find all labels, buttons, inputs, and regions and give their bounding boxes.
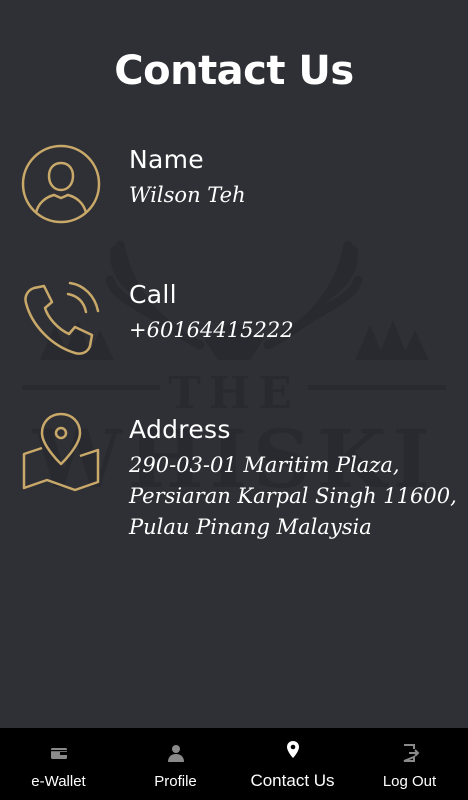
- nav-item-profile[interactable]: Profile: [117, 728, 234, 800]
- nav-label-e-wallet: e-Wallet: [31, 773, 86, 790]
- address-line-2: Persiaran Karpal Singh 11600,: [129, 484, 457, 508]
- contact-name-row: Name Wilson Teh: [0, 140, 468, 230]
- nav-label-profile: Profile: [154, 773, 197, 790]
- bottom-navigation: e-Wallet Profile Contact Us Log Out: [0, 728, 468, 800]
- contact-us-screen: THE WHISKI Contact Us Name Wilson Teh Ca…: [0, 0, 468, 800]
- user-icon: [21, 144, 101, 224]
- nav-item-log-out[interactable]: Log Out: [351, 728, 468, 800]
- address-line-3: Pulau Pinang Malaysia: [129, 515, 372, 539]
- contact-call-value[interactable]: +60164415222: [129, 315, 459, 346]
- map-pin-icon: [22, 412, 100, 492]
- person-icon: [167, 745, 184, 762]
- nav-label-contact-us: Contact Us: [250, 771, 335, 790]
- location-icon: [286, 741, 299, 758]
- nav-item-contact-us[interactable]: Contact Us: [234, 728, 351, 800]
- address-line-1: 290-03-01 Maritim Plaza,: [129, 453, 400, 477]
- nav-label-log-out: Log Out: [382, 773, 437, 790]
- contact-call-row: Call +60164415222: [0, 275, 468, 365]
- logout-icon: [403, 744, 419, 762]
- contact-call-label: Call: [129, 280, 177, 309]
- page-title: Contact Us: [114, 48, 354, 94]
- contact-address-value: 290-03-01 Maritim Plaza, Persiaran Karpa…: [129, 450, 464, 543]
- phone-icon: [24, 281, 100, 355]
- nav-item-e-wallet[interactable]: e-Wallet: [0, 728, 117, 800]
- wallet-icon: [50, 748, 67, 759]
- contact-name-value: Wilson Teh: [129, 183, 246, 207]
- contact-address-row: Address 290-03-01 Maritim Plaza, Persiar…: [0, 410, 468, 560]
- contact-name-label: Name: [129, 145, 204, 174]
- contact-address-label: Address: [129, 415, 231, 444]
